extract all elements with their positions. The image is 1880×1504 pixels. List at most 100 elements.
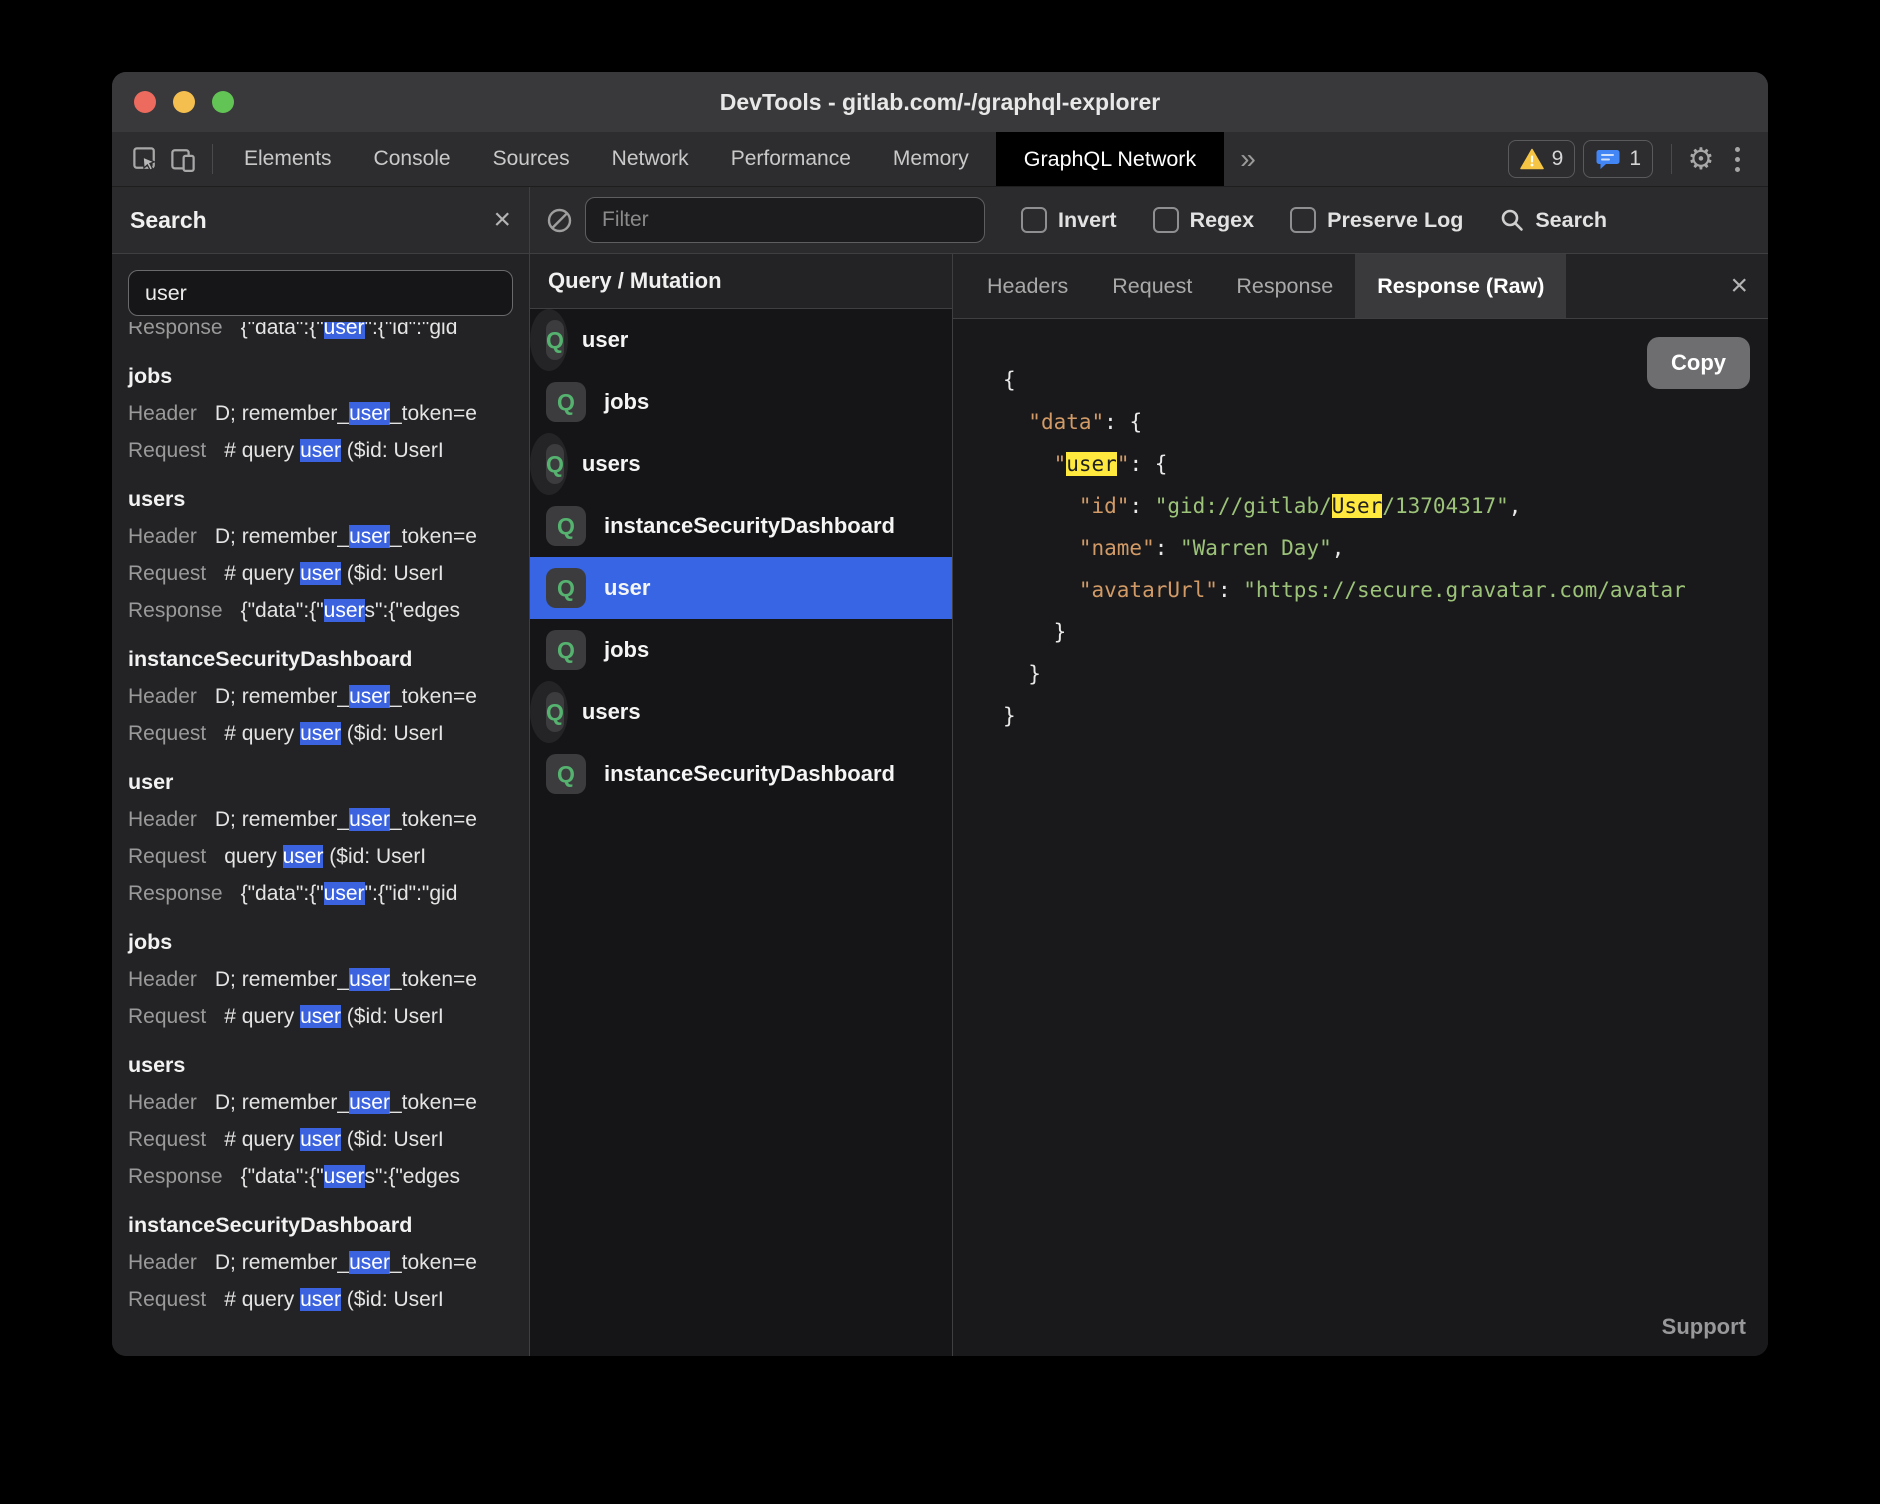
minimize-window-button[interactable]: [173, 91, 195, 113]
close-detail-icon[interactable]: ×: [1730, 271, 1748, 301]
search-result-row[interactable]: Response{"data":{"user":{"id":"gid: [128, 322, 529, 346]
match-highlight: user: [300, 722, 341, 745]
result-text: _token=e: [390, 1091, 477, 1114]
window-title: DevTools - gitlab.com/-/graphql-explorer: [720, 89, 1160, 116]
device-toolbar-icon[interactable]: [164, 140, 202, 178]
query-badge-icon: Q: [546, 320, 564, 360]
kebab-menu-icon[interactable]: [1720, 140, 1754, 178]
support-link[interactable]: Support: [1662, 1314, 1746, 1340]
result-label: Header: [128, 685, 197, 708]
tab-elements[interactable]: Elements: [223, 132, 353, 186]
result-label: Response: [128, 322, 223, 339]
tab-graphql-network[interactable]: GraphQL Network: [996, 132, 1224, 186]
result-text: {"data":{": [241, 1165, 324, 1188]
result-text: ":{"id":"gid: [365, 322, 458, 339]
search-input[interactable]: [128, 270, 513, 316]
title-bar: DevTools - gitlab.com/-/graphql-explorer: [112, 72, 1768, 132]
detail-tab-response-raw-[interactable]: Response (Raw): [1355, 254, 1566, 318]
detail-tab-headers[interactable]: Headers: [965, 254, 1090, 318]
search-result-row[interactable]: Header D; remember_user_token=e: [128, 1084, 529, 1121]
search-result-row[interactable]: Response{"data":{"user":{"id":"gid: [128, 875, 529, 912]
json-line: "name": "Warren Day",: [1003, 527, 1768, 569]
toolbar-divider: [1671, 144, 1672, 174]
close-search-icon[interactable]: ×: [493, 205, 511, 235]
messages-badge[interactable]: 1: [1583, 140, 1653, 178]
query-row-jobs[interactable]: Qjobs: [530, 371, 952, 433]
network-search-toggle[interactable]: Search: [1499, 207, 1607, 233]
result-text: _token=e: [390, 685, 477, 708]
query-row-users[interactable]: Qusers: [530, 433, 568, 495]
more-tabs-chevron-icon[interactable]: »: [1240, 143, 1256, 175]
search-result-row[interactable]: Requestquery user ($id: UserI: [128, 838, 529, 875]
result-value: # query user ($id: UserI: [224, 1005, 443, 1028]
panel-header-band: Search × InvertRegexPreserve Log Search: [112, 187, 1768, 254]
result-label: Header: [128, 1091, 197, 1114]
checkbox-invert[interactable]: Invert: [1021, 207, 1117, 233]
search-result-row[interactable]: Response{"data":{"users":{"edges: [128, 1158, 529, 1195]
checkbox-label: Preserve Log: [1327, 208, 1463, 233]
search-result-row[interactable]: Request # query user ($id: UserI: [128, 1121, 529, 1158]
warning-count: 9: [1552, 147, 1564, 171]
warning-icon: [1520, 148, 1544, 170]
warnings-badge[interactable]: 9: [1508, 140, 1576, 178]
search-result-row[interactable]: Request# query user ($id: UserI: [128, 555, 529, 592]
checkbox-label: Regex: [1190, 208, 1255, 233]
query-row-label: instanceSecurityDashboard: [604, 761, 895, 787]
json-token: ": [1117, 452, 1130, 476]
tab-network[interactable]: Network: [591, 132, 710, 186]
result-text: ($id: UserI: [341, 722, 444, 745]
main-tabs: ElementsConsoleSourcesNetworkPerformance…: [223, 132, 990, 186]
result-value: D; remember_user_token=e: [215, 402, 477, 425]
query-row-instanceSecurityDashboard[interactable]: QinstanceSecurityDashboard: [530, 743, 952, 805]
tab-memory[interactable]: Memory: [872, 132, 990, 186]
search-result-row[interactable]: Response{"data":{"users":{"edges: [128, 592, 529, 629]
result-value: # query user ($id: UserI: [224, 1128, 443, 1151]
search-result-row[interactable]: HeaderD; remember_user_token=e: [128, 1244, 529, 1281]
checkbox-box: [1290, 207, 1316, 233]
close-window-button[interactable]: [134, 91, 156, 113]
result-value: D; remember_user_token=e: [215, 1091, 477, 1114]
search-result-row[interactable]: Request# query user ($id: UserI: [128, 432, 529, 469]
result-text: # query: [224, 1128, 300, 1151]
zoom-window-button[interactable]: [212, 91, 234, 113]
search-result-row[interactable]: Request# query user ($id: UserI: [128, 1281, 529, 1318]
search-result-row[interactable]: HeaderD; remember_user_token=e: [128, 961, 529, 998]
search-result-row[interactable]: HeaderD; remember_user_token=e: [128, 678, 529, 715]
result-text: {"data":{": [241, 322, 324, 339]
query-row-users[interactable]: Qusers: [530, 681, 568, 743]
checkbox-preserve-log[interactable]: Preserve Log: [1290, 207, 1463, 233]
json-viewer: { "data": { "user": { "id": "gid://gitla…: [953, 319, 1768, 737]
message-count: 1: [1629, 147, 1641, 171]
gear-icon[interactable]: ⚙: [1682, 140, 1720, 178]
copy-button[interactable]: Copy: [1647, 337, 1750, 389]
search-result-row[interactable]: HeaderD; remember_user_token=e: [128, 518, 529, 555]
tab-performance[interactable]: Performance: [710, 132, 872, 186]
filter-input[interactable]: [585, 197, 985, 243]
json-line: "id": "gid://gitlab/User/13704317",: [1003, 485, 1768, 527]
json-token: ,: [1509, 494, 1522, 518]
result-value: # query user ($id: UserI: [224, 722, 443, 745]
result-value: {"data":{"user":{"id":"gid: [241, 882, 458, 905]
result-text: D; remember_: [215, 1251, 349, 1274]
search-result-row[interactable]: Request# query user ($id: UserI: [128, 998, 529, 1035]
tab-console[interactable]: Console: [353, 132, 472, 186]
checkbox-regex[interactable]: Regex: [1153, 207, 1255, 233]
result-value: query user ($id: UserI: [224, 845, 426, 868]
search-result-row[interactable]: Request# query user ($id: UserI: [128, 715, 529, 752]
query-row-jobs[interactable]: Qjobs: [530, 619, 952, 681]
detail-tab-request[interactable]: Request: [1090, 254, 1214, 318]
tab-sources[interactable]: Sources: [472, 132, 591, 186]
query-row-user-selected[interactable]: Quser: [530, 557, 952, 619]
query-row-user[interactable]: Quser: [530, 309, 568, 371]
json-token: [1003, 410, 1028, 434]
result-text: ($id: UserI: [341, 439, 444, 462]
detail-tab-response[interactable]: Response: [1214, 254, 1355, 318]
result-label: Request: [128, 1128, 206, 1151]
blocked-circle-icon[interactable]: [546, 207, 573, 234]
search-result-row[interactable]: HeaderD; remember_user_token=e: [128, 395, 529, 432]
search-result-row[interactable]: HeaderD; remember_user_token=e: [128, 801, 529, 838]
inspect-icon[interactable]: [126, 140, 164, 178]
match-highlight: user: [324, 1165, 365, 1188]
result-text: _token=e: [390, 525, 477, 548]
query-row-instanceSecurityDashboard[interactable]: QinstanceSecurityDashboard: [530, 495, 952, 557]
